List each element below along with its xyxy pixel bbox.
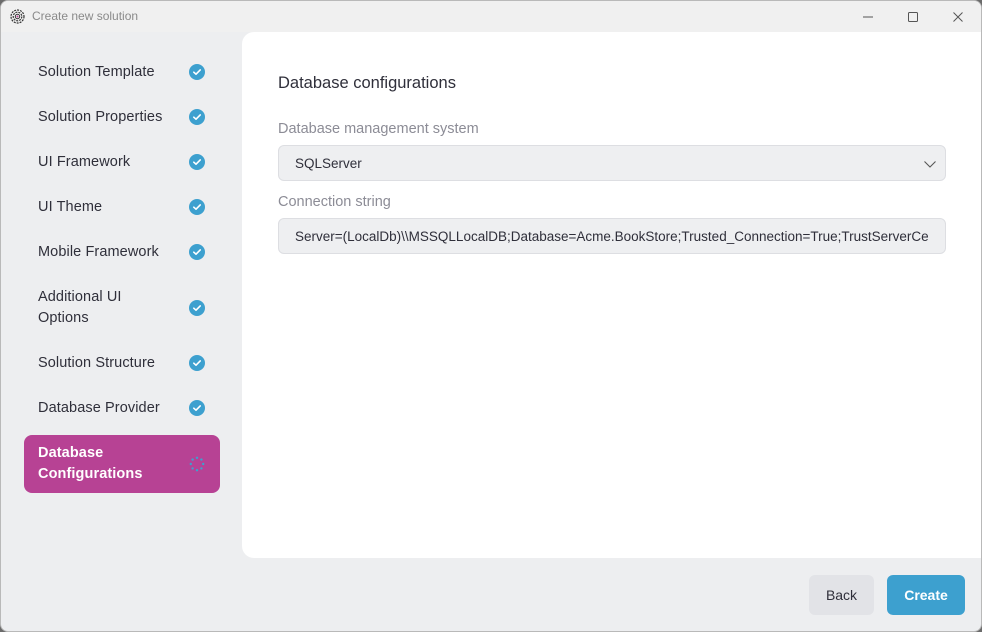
minimize-button[interactable] bbox=[845, 1, 891, 32]
step-label: Mobile Framework bbox=[38, 243, 159, 260]
create-button[interactable]: Create bbox=[887, 575, 965, 615]
loading-spinner-icon bbox=[189, 456, 205, 472]
title-bar[interactable]: Create new solution bbox=[1, 1, 981, 32]
back-button[interactable]: Back bbox=[809, 575, 874, 615]
step-label: Database Configurations bbox=[38, 445, 143, 482]
dbms-label: Database management system bbox=[278, 121, 479, 137]
check-circle-icon bbox=[189, 154, 205, 170]
step-mobile-framework[interactable]: Mobile Framework bbox=[24, 237, 220, 267]
check-circle-icon bbox=[189, 400, 205, 416]
window-title: Create new solution bbox=[32, 9, 139, 23]
step-database-provider[interactable]: Database Provider bbox=[24, 393, 220, 423]
close-icon bbox=[953, 11, 963, 22]
create-solution-window: Create new solution Solution Template So… bbox=[0, 0, 982, 632]
maximize-icon bbox=[908, 11, 918, 22]
check-circle-icon bbox=[189, 64, 205, 80]
wizard-steps-sidebar: Solution Template Solution Properties UI… bbox=[1, 32, 242, 631]
app-logo-icon bbox=[10, 9, 25, 24]
step-database-configurations[interactable]: Database Configurations bbox=[24, 435, 220, 493]
step-ui-framework[interactable]: UI Framework bbox=[24, 147, 220, 177]
step-additional-ui-options[interactable]: Additional UI Options bbox=[24, 282, 220, 334]
step-label: UI Theme bbox=[38, 198, 103, 215]
step-label: Additional UI Options bbox=[38, 289, 122, 326]
check-circle-icon bbox=[189, 300, 205, 316]
page-title: Database configurations bbox=[278, 74, 456, 92]
step-solution-structure[interactable]: Solution Structure bbox=[24, 348, 220, 378]
main-content-panel: Database configurations Database managem… bbox=[242, 32, 981, 558]
step-ui-theme[interactable]: UI Theme bbox=[24, 192, 220, 222]
connection-string-field bbox=[278, 218, 946, 254]
step-label: Solution Structure bbox=[38, 354, 156, 371]
minimize-icon bbox=[863, 16, 873, 17]
chevron-down-icon bbox=[924, 161, 936, 168]
check-circle-icon bbox=[189, 199, 205, 215]
step-label: Database Provider bbox=[38, 399, 160, 416]
step-label: Solution Template bbox=[38, 63, 155, 80]
close-button[interactable] bbox=[935, 1, 981, 32]
dbms-select[interactable]: SQLServer bbox=[278, 145, 946, 181]
connection-string-label: Connection string bbox=[278, 194, 391, 210]
check-circle-icon bbox=[189, 244, 205, 260]
maximize-button[interactable] bbox=[890, 1, 936, 32]
step-solution-template[interactable]: Solution Template bbox=[24, 57, 220, 87]
dbms-selected-value: SQLServer bbox=[295, 155, 362, 171]
step-label: UI Framework bbox=[38, 153, 131, 170]
check-circle-icon bbox=[189, 109, 205, 125]
check-circle-icon bbox=[189, 355, 205, 371]
connection-string-input[interactable] bbox=[295, 228, 929, 244]
step-solution-properties[interactable]: Solution Properties bbox=[24, 102, 220, 132]
step-label: Solution Properties bbox=[38, 108, 163, 125]
